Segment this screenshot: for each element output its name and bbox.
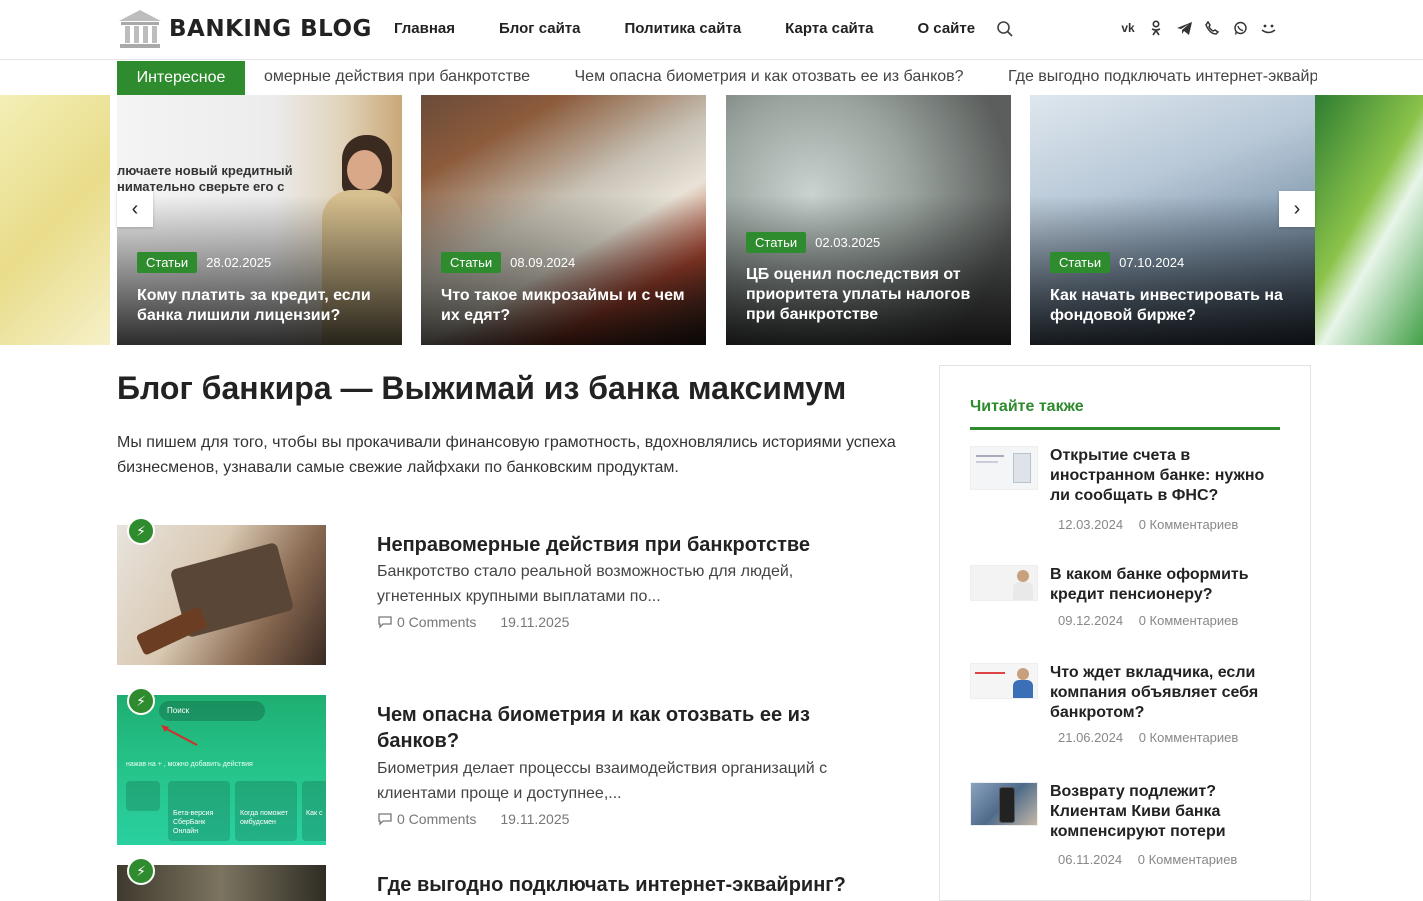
nav-sitemap[interactable]: Карта сайта xyxy=(785,20,873,37)
slide-title[interactable]: ЦБ оценил последствия от приоритета упла… xyxy=(746,265,993,325)
post-date: 19.11.2025 xyxy=(500,614,570,630)
nav-blog[interactable]: Блог сайта xyxy=(499,20,580,37)
thumb-card: Когда поможет омбудсмен xyxy=(235,781,297,841)
sidebar-post-title[interactable]: Что ждет вкладчика, если компания объявл… xyxy=(1050,663,1280,723)
sidebar-post[interactable]: Возврату подлежит? Клиентам Киви банка к… xyxy=(970,782,1280,867)
sidebar-post-date: 12.03.2024 xyxy=(1058,517,1124,532)
sidebar-thumbnail[interactable] xyxy=(970,565,1038,601)
slide-peek-right xyxy=(1315,95,1423,345)
slide-date: 28.02.2025 xyxy=(206,255,272,270)
main-nav: Главная Блог сайта Политика сайта Карта … xyxy=(394,20,1019,37)
thumb-card: Бета-версия СберБанк Онлайн xyxy=(168,781,230,841)
sidebar-post-comments[interactable]: 0 Комментариев xyxy=(1138,852,1238,867)
ok-icon[interactable] xyxy=(1148,20,1164,36)
sidebar-thumbnail[interactable] xyxy=(970,446,1038,490)
slide-title[interactable]: Что такое микрозаймы и с чем их едят? xyxy=(441,286,688,326)
slide-peek-left xyxy=(0,95,110,345)
lightning-icon: ⚡ xyxy=(127,857,155,885)
red-arrow-icon xyxy=(161,725,198,746)
slide-card[interactable]: Статьи 07.10.2024 Как начать инвестирова… xyxy=(1030,95,1315,345)
nav-home[interactable]: Главная xyxy=(394,20,455,37)
sidebar-post-comments[interactable]: 0 Комментариев xyxy=(1139,517,1239,532)
slide-date: 07.10.2024 xyxy=(1119,255,1185,270)
sidebar-post-comments[interactable]: 0 Комментариев xyxy=(1139,730,1239,745)
featured-slider: лючаете новый кредитный нимательно сверь… xyxy=(0,95,1423,345)
post-title[interactable]: Где выгодно подключать интернет-эквайрин… xyxy=(377,872,847,898)
slide-title[interactable]: Кому платить за кредит, если банка лишил… xyxy=(137,286,384,326)
viber-icon[interactable] xyxy=(1204,20,1220,36)
category-badge[interactable]: Статьи xyxy=(1050,252,1111,273)
nav-about[interactable]: О сайте xyxy=(917,20,975,37)
slide-title[interactable]: Как начать инвестировать на фондовой бир… xyxy=(1050,286,1297,326)
sidebar-read-also: Читайте также Открытие счета в иностранн… xyxy=(939,365,1311,901)
ticker-item[interactable]: Чем опасна биометрия и как отозвать ее и… xyxy=(575,68,964,85)
person-face xyxy=(347,150,382,190)
sidebar-title: Читайте также xyxy=(970,398,1084,415)
thumb-hint: нажав на + , можно добавить действия xyxy=(126,761,253,768)
whatsapp-icon[interactable] xyxy=(1232,20,1248,36)
ticker-items: омерные действия при банкротстве Чем опа… xyxy=(264,68,1317,86)
social-links: vk xyxy=(1120,20,1288,36)
post-title[interactable]: Чем опасна биометрия и как отозвать ее и… xyxy=(377,702,847,754)
page-intro: Мы пишем для того, чтобы вы прокачивали … xyxy=(117,434,896,476)
post-thumbnail[interactable] xyxy=(117,525,326,665)
post-thumbnail[interactable]: Поиск нажав на + , можно добавить действ… xyxy=(117,695,326,845)
ticker-item[interactable]: омерные действия при банкротстве xyxy=(264,68,530,85)
search-icon[interactable] xyxy=(996,20,1014,38)
mymail-icon[interactable] xyxy=(1260,20,1276,36)
slide-date: 08.09.2024 xyxy=(510,255,576,270)
sidebar-post[interactable]: В каком банке оформить кредит пенсионеру… xyxy=(970,565,1280,628)
sidebar-post-title[interactable]: Возврату подлежит? Клиентам Киви банка к… xyxy=(1050,782,1280,842)
sidebar-post[interactable]: Что ждет вкладчика, если компания объявл… xyxy=(970,663,1280,745)
ticker-label: Интересное xyxy=(117,61,245,95)
category-badge[interactable]: Статьи xyxy=(441,252,502,273)
comment-icon xyxy=(378,616,392,629)
sidebar-post-date: 09.12.2024 xyxy=(1058,613,1124,628)
sidebar-post-date: 21.06.2024 xyxy=(1058,730,1124,745)
bank-building-icon xyxy=(117,8,163,50)
sidebar-post-title[interactable]: Открытие счета в иностранном банке: нужн… xyxy=(1050,446,1280,506)
thumb-search-bar: Поиск xyxy=(159,701,265,721)
post-title[interactable]: Неправомерные действия при банкротстве xyxy=(377,532,847,558)
slide-date: 02.03.2025 xyxy=(815,235,881,250)
post-comments: 0 Comments xyxy=(397,614,477,630)
post-comments: 0 Comments xyxy=(397,811,477,827)
sidebar-post[interactable]: Открытие счета в иностранном банке: нужн… xyxy=(970,446,1280,532)
category-badge[interactable]: Статьи xyxy=(746,232,807,253)
sidebar-post-title[interactable]: В каком банке оформить кредит пенсионеру… xyxy=(1050,565,1280,605)
lightning-icon: ⚡ xyxy=(127,687,155,715)
logo-text: BANKING BLOG xyxy=(169,16,372,42)
ticker-item[interactable]: Где выгодно подключать интернет-эквайрин… xyxy=(1008,68,1317,85)
thumb-card: Как с xyxy=(302,781,326,841)
nav-policy[interactable]: Политика сайта xyxy=(624,20,741,37)
slider-next-button[interactable]: › xyxy=(1279,191,1315,227)
post-date: 19.11.2025 xyxy=(500,811,570,827)
sidebar-thumbnail[interactable] xyxy=(970,782,1038,826)
post-item: Поиск нажав на + , можно добавить действ… xyxy=(117,687,877,845)
chevron-left-icon: ‹ xyxy=(131,197,139,220)
post-excerpt: Биометрия делает процессы взаимодействия… xyxy=(377,760,828,802)
site-header: BANKING BLOG Главная Блог сайта Политика… xyxy=(0,0,1423,60)
slide-card[interactable]: Статьи 02.03.2025 ЦБ оценил последствия … xyxy=(726,95,1011,345)
post-item: ⚡ Неправомерные действия при банкротстве… xyxy=(117,517,877,665)
lightning-icon: ⚡ xyxy=(127,517,155,545)
chevron-right-icon: › xyxy=(1293,197,1301,220)
slide-card[interactable]: лючаете новый кредитный нимательно сверь… xyxy=(117,95,402,345)
news-ticker: Интересное омерные действия при банкротс… xyxy=(0,61,1423,95)
sidebar-thumbnail[interactable] xyxy=(970,663,1038,699)
vk-icon[interactable]: vk xyxy=(1120,20,1136,36)
page-title: Блог банкира — Выжимай из банка максимум xyxy=(117,370,847,406)
slide-card[interactable]: Статьи 08.09.2024 Что такое микрозаймы и… xyxy=(421,95,706,345)
post-item: ⚡ Где выгодно подключать интернет-эквайр… xyxy=(117,857,877,901)
site-logo[interactable]: BANKING BLOG xyxy=(117,8,372,50)
slider-prev-button[interactable]: ‹ xyxy=(117,191,153,227)
sidebar-post-date: 06.11.2024 xyxy=(1058,852,1123,867)
category-badge[interactable]: Статьи xyxy=(137,252,198,273)
comment-icon xyxy=(378,813,392,826)
telegram-icon[interactable] xyxy=(1176,20,1192,36)
sidebar-post-comments[interactable]: 0 Комментариев xyxy=(1139,613,1239,628)
post-excerpt: Банкротство стало реальной возможностью … xyxy=(377,563,794,605)
sidebar-divider xyxy=(970,427,1280,430)
